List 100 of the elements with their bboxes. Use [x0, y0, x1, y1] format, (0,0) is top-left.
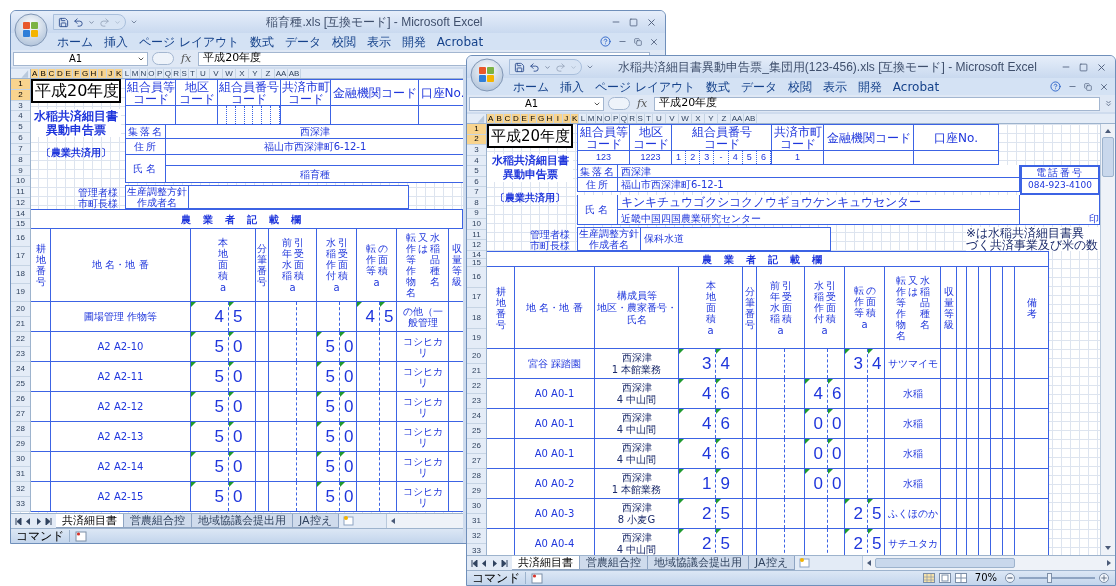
- column-header[interactable]: K: [570, 114, 580, 123]
- page-layout-icon[interactable]: [938, 573, 951, 583]
- macro-record-icon[interactable]: [75, 530, 87, 542]
- ribbon-tab[interactable]: 数式: [705, 80, 730, 93]
- column-header[interactable]: AB: [288, 69, 301, 78]
- row-header[interactable]: 2: [467, 134, 486, 146]
- row-header[interactable]: 4: [11, 111, 30, 123]
- column-header[interactable]: Y: [705, 114, 718, 123]
- row-header[interactable]: 14: [11, 209, 30, 219]
- row-header[interactable]: 28: [467, 469, 486, 484]
- name-box[interactable]: A1: [13, 51, 148, 66]
- column-header[interactable]: U: [197, 69, 210, 78]
- column-header[interactable]: S: [636, 114, 645, 123]
- row-header[interactable]: 3: [11, 100, 30, 112]
- customize-toolbar-icon[interactable]: [130, 18, 138, 26]
- help-icon[interactable]: [600, 36, 611, 47]
- row-header[interactable]: 33: [11, 497, 30, 512]
- row-header[interactable]: 12: [467, 240, 486, 251]
- column-header[interactable]: N: [595, 114, 604, 123]
- scroll-thumb[interactable]: [874, 558, 1015, 568]
- ribbon-tab[interactable]: 開発: [401, 35, 426, 48]
- save-icon[interactable]: [58, 16, 69, 28]
- ribbon-tab[interactable]: 表示: [366, 35, 391, 48]
- row-header[interactable]: 10: [467, 219, 486, 230]
- row-header[interactable]: 26: [467, 439, 486, 454]
- ribbon-tab[interactable]: ページ レイアウト: [139, 35, 239, 48]
- undo-icon[interactable]: [529, 61, 540, 73]
- column-header[interactable]: K: [114, 69, 124, 78]
- sheet-tab[interactable]: 営農組合控: [124, 514, 192, 528]
- row-header[interactable]: 3: [467, 145, 486, 156]
- save-icon[interactable]: [514, 61, 525, 73]
- next-sheet-icon[interactable]: [35, 517, 42, 525]
- row-header[interactable]: 28: [11, 422, 30, 437]
- ribbon-tab[interactable]: Acrobat: [892, 80, 940, 93]
- column-header[interactable]: G: [537, 114, 546, 123]
- row-header[interactable]: 11: [467, 229, 486, 241]
- expand-icon[interactable]: [1104, 99, 1113, 108]
- column-header[interactable]: B: [495, 114, 504, 123]
- ribbon-tab[interactable]: 開発: [857, 80, 882, 93]
- column-header[interactable]: Z: [718, 114, 731, 123]
- close-icon[interactable]: [649, 36, 659, 47]
- row-header[interactable]: 32: [467, 529, 486, 544]
- close-icon[interactable]: [646, 16, 657, 28]
- row-header[interactable]: 20: [11, 302, 30, 317]
- column-header[interactable]: R: [628, 114, 637, 123]
- row-header[interactable]: 26: [11, 392, 30, 407]
- previous-sheet-icon[interactable]: [25, 517, 32, 525]
- column-header[interactable]: AA: [275, 69, 288, 78]
- first-sheet-icon[interactable]: [15, 517, 22, 525]
- ribbon-tab[interactable]: 数式: [249, 35, 274, 48]
- row-header[interactable]: 9: [11, 165, 30, 177]
- column-header[interactable]: O: [603, 114, 613, 123]
- column-header[interactable]: X: [692, 114, 705, 123]
- sheet-tab[interactable]: JA控え: [293, 514, 339, 528]
- column-header[interactable]: B: [39, 69, 48, 78]
- row-header[interactable]: 9: [467, 208, 486, 220]
- input-field[interactable]: 保科水道: [641, 226, 831, 251]
- sheet-tab[interactable]: 地域協議会提出用: [648, 556, 749, 570]
- column-header[interactable]: S: [180, 69, 189, 78]
- column-header[interactable]: V: [210, 69, 223, 78]
- year-cell[interactable]: 平成20年度: [31, 79, 121, 103]
- column-header[interactable]: V: [666, 114, 679, 123]
- row-header[interactable]: 12: [11, 198, 30, 209]
- horizontal-scrollbar[interactable]: [385, 514, 463, 528]
- row-header[interactable]: 6: [467, 176, 486, 188]
- column-header[interactable]: P: [156, 69, 165, 78]
- close-icon[interactable]: [1099, 81, 1109, 92]
- row-header[interactable]: 11: [11, 187, 30, 199]
- maximize-icon[interactable]: [629, 17, 638, 27]
- ribbon-tab[interactable]: 挿入: [104, 35, 128, 48]
- sheet-tab[interactable]: 共済細目書: [56, 514, 124, 528]
- undo-icon[interactable]: [73, 16, 84, 28]
- row-header[interactable]: 16: [11, 229, 30, 248]
- up-arrow-icon[interactable]: [1104, 127, 1112, 135]
- row-header[interactable]: 7: [11, 143, 30, 155]
- row-header[interactable]: 17: [467, 287, 486, 308]
- formula-bar-field[interactable]: 平成20年度: [654, 96, 1100, 111]
- ribbon-tab[interactable]: 挿入: [560, 80, 584, 93]
- row-header[interactable]: 20: [467, 349, 486, 364]
- column-header[interactable]: Z: [262, 69, 275, 78]
- insert-function-button[interactable]: fx: [634, 98, 651, 109]
- column-header[interactable]: J: [562, 114, 571, 123]
- insert-function-button[interactable]: fx: [178, 53, 195, 64]
- ribbon-tab[interactable]: ホーム: [513, 80, 549, 93]
- previous-sheet-icon[interactable]: [481, 559, 488, 567]
- help-icon[interactable]: [1050, 81, 1061, 92]
- zoom-in-icon[interactable]: [1099, 573, 1109, 583]
- column-header[interactable]: I: [98, 69, 107, 78]
- column-header[interactable]: I: [554, 114, 563, 123]
- ribbon-tab[interactable]: データ: [284, 35, 321, 48]
- ribbon-tab[interactable]: ホーム: [57, 35, 93, 48]
- column-header[interactable]: AB: [744, 114, 757, 123]
- column-header[interactable]: O: [147, 69, 157, 78]
- column-header[interactable]: P: [612, 114, 621, 123]
- name-box[interactable]: A1: [469, 96, 604, 111]
- column-header[interactable]: W: [679, 114, 692, 123]
- first-sheet-icon[interactable]: [471, 559, 478, 567]
- restore-icon[interactable]: [634, 37, 642, 46]
- row-header[interactable]: 7: [467, 187, 486, 199]
- row-header[interactable]: 5: [467, 166, 486, 177]
